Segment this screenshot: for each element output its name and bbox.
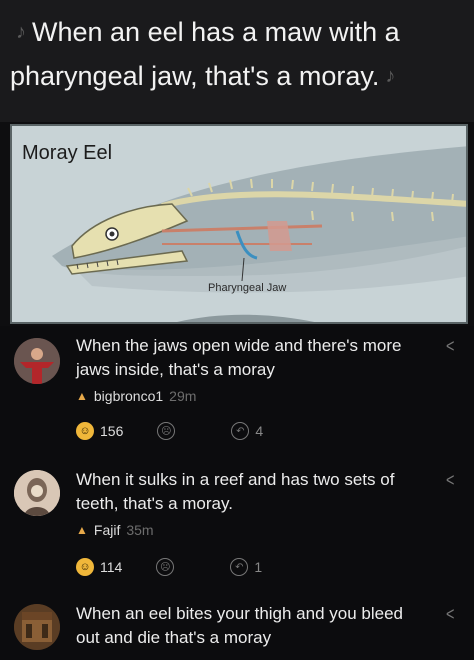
like-smiley-icon[interactable]: ☺ bbox=[76, 422, 94, 440]
like-count: 156 bbox=[100, 423, 124, 439]
caption-text-2: pharyngeal jaw, that's a moray. bbox=[10, 61, 380, 91]
username[interactable]: Fajif bbox=[94, 522, 120, 538]
caption-line-2: pharyngeal jaw, that's a moray. ♪ bbox=[10, 54, 464, 98]
comment-text: When it sulks in a reef and has two sets… bbox=[76, 470, 395, 513]
reply-icon[interactable]: ↶ bbox=[231, 422, 250, 440]
caption-text-1: When an eel has a maw with a bbox=[32, 17, 400, 47]
dislike-face-icon[interactable]: ☹ bbox=[157, 422, 176, 440]
comment-actions: ☺ 156 ☹ ↶ 4 bbox=[76, 422, 263, 440]
avatar[interactable] bbox=[14, 338, 60, 384]
avatar[interactable] bbox=[14, 604, 60, 650]
music-note-icon: ♪ bbox=[16, 21, 26, 43]
caption-line-1: ♪ When an eel has a maw with a bbox=[10, 10, 464, 54]
pharyngeal-jaw-label: Pharyngeal Jaw bbox=[208, 282, 287, 294]
comment-text: When an eel bites your thigh and you ble… bbox=[76, 604, 404, 647]
person-avatar-icon bbox=[14, 338, 60, 384]
comment-item: When it sulks in a reef and has two sets… bbox=[0, 460, 474, 582]
crafting-table-avatar-icon bbox=[14, 604, 60, 650]
diagram-title: Moray Eel bbox=[22, 142, 113, 164]
person-avatar-icon bbox=[14, 470, 60, 516]
share-icon[interactable]: < bbox=[447, 604, 455, 625]
reply-count: 4 bbox=[255, 423, 264, 439]
username[interactable]: bigbronco1 bbox=[94, 388, 163, 404]
comment-actions: ☺ 114 ☹ ↶ 1 bbox=[76, 558, 262, 576]
avatar[interactable] bbox=[14, 470, 60, 516]
like-smiley-icon[interactable]: ☺ bbox=[76, 558, 94, 576]
moray-eel-diagram: Moray Eel Pharyngeal Jaw bbox=[10, 124, 468, 324]
comment-thread: When the jaws open wide and there's more… bbox=[0, 326, 474, 660]
dislike-face-icon[interactable]: ☹ bbox=[156, 558, 175, 576]
timestamp: 35m bbox=[126, 522, 154, 538]
comment-item: When the jaws open wide and there's more… bbox=[0, 326, 474, 448]
flame-icon: ▲ bbox=[76, 389, 88, 403]
timestamp: 29m bbox=[169, 388, 197, 404]
reply-count: 1 bbox=[254, 559, 263, 575]
comment-text: When the jaws open wide and there's more… bbox=[76, 336, 402, 379]
share-icon[interactable]: < bbox=[447, 470, 455, 491]
music-note-icon: ♪ bbox=[385, 65, 396, 87]
comment-meta: ▲ bigbronco1 29m bbox=[76, 388, 196, 404]
meme-caption: ♪ When an eel has a maw with a pharyngea… bbox=[0, 0, 474, 122]
comment-meta: ▲ Fajif 35m bbox=[76, 522, 154, 538]
share-icon[interactable]: < bbox=[447, 336, 455, 357]
reply-icon[interactable]: ↶ bbox=[230, 558, 249, 576]
comment-item: When an eel bites your thigh and you ble… bbox=[0, 596, 474, 660]
like-count: 114 bbox=[100, 559, 123, 575]
flame-icon: ▲ bbox=[76, 523, 88, 537]
